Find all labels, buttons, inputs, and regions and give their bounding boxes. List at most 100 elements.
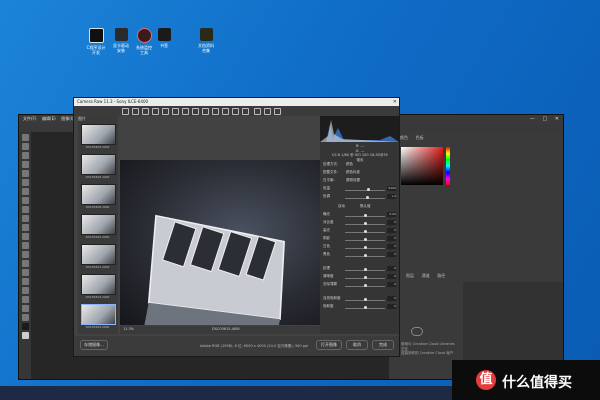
history-brush-tool-icon[interactable] [21, 215, 29, 222]
slider-knob[interactable] [367, 188, 370, 191]
slider-value[interactable]: 0 [387, 252, 396, 257]
tab-paths[interactable]: 路径 [434, 272, 448, 280]
radial-filter-icon[interactable] [242, 108, 249, 115]
thumbnail[interactable]: DSC05605.ARW [81, 184, 116, 210]
slider-value[interactable]: 5200 [387, 186, 396, 191]
slider-knob[interactable] [364, 230, 367, 233]
white-balance-select[interactable]: 原照设置 [346, 178, 360, 183]
slider-knob[interactable] [364, 268, 367, 271]
type-tool-icon[interactable] [21, 269, 29, 276]
cancel-button[interactable]: 取消 [346, 340, 368, 350]
thumbnail[interactable]: DSC05611.ARW [81, 244, 116, 270]
slider-value[interactable]: +4 [387, 194, 396, 199]
maximize-button[interactable]: □ [542, 115, 547, 123]
slider-value[interactable]: 0 [387, 304, 396, 309]
move-tool-icon[interactable] [21, 134, 29, 141]
slider-exposure[interactable]: 曝光 0.00 [323, 212, 396, 220]
dodge-tool-icon[interactable] [21, 251, 29, 258]
foreground-color-swatch[interactable] [21, 323, 29, 330]
hand-tool-icon[interactable] [132, 108, 139, 115]
slider-knob[interactable] [364, 306, 367, 309]
preferences-icon[interactable] [254, 108, 261, 115]
graduated-filter-icon[interactable] [232, 108, 239, 115]
slider-blacks[interactable]: 黑色 0 [323, 252, 396, 260]
slider-value[interactable]: 0 [387, 282, 396, 287]
color-sampler-tool-icon[interactable] [152, 108, 159, 115]
desktop-icon-2[interactable]: 显卡驱动 安装 [111, 28, 131, 53]
thumbnail[interactable]: DSC05604.ARW [81, 154, 116, 180]
quick-select-tool-icon[interactable] [21, 161, 29, 168]
menu-file[interactable]: 文件(F) [23, 115, 36, 123]
tab-layers[interactable]: 图层 [403, 272, 417, 280]
slider-knob[interactable] [364, 238, 367, 241]
slider-value[interactable]: 0 [387, 296, 396, 301]
slider-knob[interactable] [364, 222, 367, 225]
minimize-button[interactable]: — [530, 115, 535, 123]
stamp-tool-icon[interactable] [21, 206, 29, 213]
thumbnail[interactable]: DSC05614.ARW [81, 274, 116, 300]
slider-knob[interactable] [366, 196, 369, 199]
auto-link[interactable]: 自动 [338, 204, 345, 209]
save-image-button[interactable]: 存储图像... [80, 340, 108, 350]
path-select-tool-icon[interactable] [21, 278, 29, 285]
targeted-adjust-tool-icon[interactable] [162, 108, 169, 115]
slider-track[interactable] [345, 198, 385, 199]
healing-tool-icon[interactable] [21, 188, 29, 195]
slider-shadows[interactable]: 阴影 0 [323, 236, 396, 244]
zoom-tool-icon[interactable] [21, 305, 29, 312]
eyedropper-tool-icon[interactable] [21, 179, 29, 186]
slider-value[interactable]: 0 [387, 266, 396, 271]
tab-swatches[interactable]: 色板 [413, 134, 427, 142]
cc-text-line-2[interactable]: 连接到你的 Creative Cloud 帐户 [401, 351, 457, 356]
desktop-icon-5[interactable]: 文档资料 合集 [196, 28, 216, 53]
image-preview[interactable] [120, 160, 340, 325]
background-color-swatch[interactable] [21, 332, 29, 339]
slider-value[interactable]: 0 [387, 220, 396, 225]
slider-knob[interactable] [364, 284, 367, 287]
crop-tool-icon[interactable] [21, 170, 29, 177]
crop-tool-icon[interactable] [172, 108, 179, 115]
profile-select[interactable]: 颜色标准 [346, 170, 360, 175]
slider-knob[interactable] [364, 254, 367, 257]
slider-highlights[interactable]: 高光 0 [323, 228, 396, 236]
slider-knob[interactable] [364, 214, 367, 217]
slider-value[interactable]: 0.00 [387, 212, 396, 217]
slider-contrast[interactable]: 对比度 0 [323, 220, 396, 228]
treatment-color-radio[interactable]: 颜色 [346, 162, 353, 167]
slider-value[interactable]: 0 [387, 274, 396, 279]
thumbnail[interactable]: DSC05603.ARW [81, 124, 116, 150]
open-image-button[interactable]: 打开图像 [316, 340, 342, 350]
slider-value[interactable]: 0 [387, 244, 396, 249]
slider-dehaze[interactable]: 去除薄雾 0 [323, 282, 396, 290]
done-button[interactable]: 完成 [372, 340, 394, 350]
white-balance-tool-icon[interactable] [142, 108, 149, 115]
brush-tool-icon[interactable] [21, 197, 29, 204]
blur-tool-icon[interactable] [21, 242, 29, 249]
slider-clarity[interactable]: 清晰度 0 [323, 274, 396, 282]
slider-knob[interactable] [364, 276, 367, 279]
zoom-tool-icon[interactable] [122, 108, 129, 115]
rotate-left-icon[interactable] [264, 108, 271, 115]
zoom-level[interactable]: 11.3% [123, 327, 134, 331]
pen-tool-icon[interactable] [21, 260, 29, 267]
hue-slider[interactable] [446, 147, 450, 185]
spot-removal-tool-icon[interactable] [202, 108, 209, 115]
color-field[interactable] [401, 147, 443, 185]
rotate-right-icon[interactable] [274, 108, 281, 115]
slider-whites[interactable]: 白色 0 [323, 244, 396, 252]
slider-saturation[interactable]: 饱和度 0 [323, 304, 396, 312]
slider-track[interactable] [345, 190, 385, 191]
hand-tool-icon[interactable] [21, 296, 29, 303]
slider-knob[interactable] [364, 246, 367, 249]
workflow-options-link[interactable]: Adobe RGB (1998); 8 位; 6000 x 4000 (24.0… [174, 344, 334, 349]
more-tools-icon[interactable] [21, 314, 29, 321]
desktop-icon-4[interactable]: 书签 [154, 28, 174, 48]
menu-edit[interactable]: 编辑(E) [42, 115, 56, 123]
adjustment-brush-icon[interactable] [222, 108, 229, 115]
close-icon[interactable]: ✕ [393, 98, 397, 106]
lasso-tool-icon[interactable] [21, 152, 29, 159]
slider-vibrance[interactable]: 自然饱和度 0 [323, 296, 396, 304]
red-eye-tool-icon[interactable] [212, 108, 219, 115]
slider-temperature[interactable]: 色温 5200 [323, 186, 396, 194]
default-link[interactable]: 默认值 [360, 204, 371, 209]
